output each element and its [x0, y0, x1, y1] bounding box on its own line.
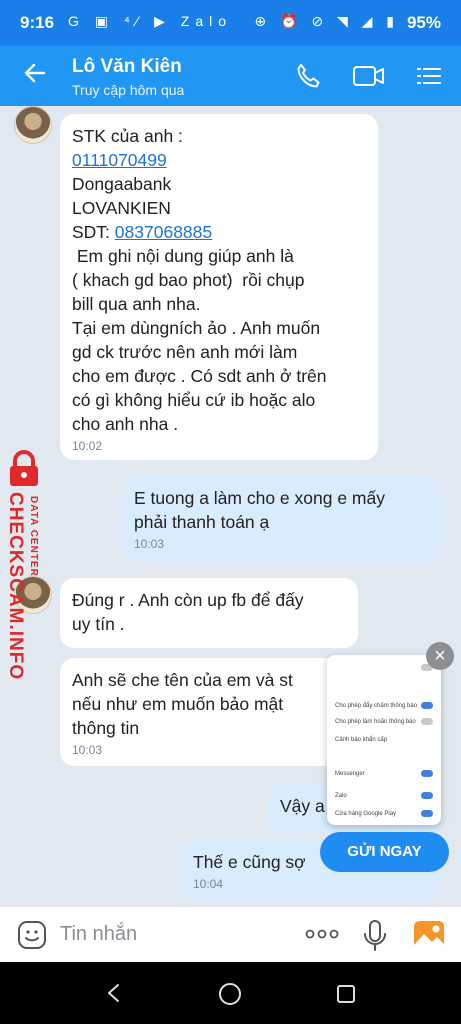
- message-input-bar: Tin nhắn: [0, 906, 461, 963]
- close-popup-button[interactable]: ×: [426, 642, 454, 670]
- message-text: Thế e cũng sợ: [193, 852, 306, 872]
- message-time: 10:03: [72, 743, 103, 757]
- battery-percent: 95%: [406, 13, 441, 32]
- message-bubble-outgoing[interactable]: E tuong a làm cho e xong e mấy phải than…: [122, 476, 440, 562]
- popup-row: Cửa hàng Google Play: [335, 807, 433, 821]
- phone-number-link[interactable]: 0837068885: [115, 222, 212, 242]
- message-time: 10:02: [72, 439, 103, 453]
- message-text: E tuong a làm cho e xong e mấy phải than…: [134, 488, 385, 532]
- message-text: Anh sẽ che tên của em và st nếu như em m…: [72, 670, 293, 738]
- message-bubble-incoming[interactable]: Đúng r . Anh còn up fb để đấy uy tín .: [60, 578, 358, 648]
- message-text: STK của anh :: [72, 126, 183, 146]
- video-call-icon[interactable]: [352, 62, 384, 92]
- account-number-link[interactable]: 0111070499: [72, 150, 167, 170]
- watermark-sub: DATA CENTER: [28, 496, 39, 577]
- toggle-icon: [421, 792, 433, 799]
- lock-icon: [5, 450, 43, 488]
- status-bar: 9:16 G ▣ ⁴⁄ ▶ Zalo ⊕ ⏰ ⊘ ◥ ◢ ▮ 95%: [0, 0, 461, 46]
- message-time: 10:03: [134, 537, 165, 551]
- popup-row: Cho phép làm hoãn thông báo: [335, 715, 433, 729]
- chat-header: Lô Văn Kiên Truy cập hôm qua: [0, 46, 461, 106]
- message-text: Dongaabank LOVANKIEN: [72, 174, 172, 218]
- popup-row: Cho phép đẩy chấm thông báo: [335, 699, 433, 713]
- home-nav-icon[interactable]: [218, 982, 242, 1011]
- contact-avatar[interactable]: [14, 106, 52, 144]
- phone-icon[interactable]: [294, 62, 324, 92]
- popup-row: Messenger: [335, 767, 433, 781]
- image-gallery-icon[interactable]: [412, 919, 446, 956]
- message-bubble-incoming[interactable]: STK của anh : 0111070499 Dongaabank LOVA…: [60, 114, 378, 460]
- message-text: Đúng r . Anh còn up fb để đấy uy tín .: [72, 590, 304, 634]
- message-bubble-incoming[interactable]: Anh sẽ che tên của em và st nếu như em m…: [60, 658, 360, 766]
- message-text: SDT:: [72, 222, 115, 242]
- back-arrow-icon[interactable]: [22, 60, 48, 92]
- contact-name[interactable]: Lô Văn Kiên: [72, 56, 182, 78]
- message-time: 10:04: [193, 877, 224, 891]
- more-options-icon[interactable]: [304, 927, 340, 945]
- message-text: Em ghi nội dung giúp anh là ( khach gd b…: [72, 246, 327, 434]
- toggle-icon: [421, 702, 433, 709]
- checkscam-watermark: CHECKSCAM.INFO DATA CENTER: [2, 450, 46, 680]
- settings-preview-popup[interactable]: Cho phép đẩy chấm thông báo Cho phép làm…: [327, 655, 441, 825]
- message-input[interactable]: Tin nhắn: [60, 923, 137, 946]
- system-navigation-bar: [0, 962, 461, 1024]
- message-text: Vậy a: [280, 796, 325, 816]
- microphone-icon[interactable]: [362, 919, 388, 958]
- popup-row: Cảnh báo khẩn cấp: [335, 737, 388, 743]
- menu-list-icon[interactable]: [415, 62, 445, 92]
- toggle-icon: [421, 718, 433, 725]
- notification-icons: G ▣ ⁴⁄ ▶ Zalo: [68, 13, 233, 29]
- back-nav-icon[interactable]: [104, 982, 124, 1009]
- popup-row: Zalo: [335, 789, 433, 803]
- toggle-icon: [421, 770, 433, 777]
- toggle-icon: [421, 810, 433, 817]
- popup-row: [335, 661, 433, 675]
- status-time: 9:16: [20, 13, 55, 32]
- send-now-button[interactable]: GỬI NGAY: [320, 832, 449, 872]
- system-status-icons: ⊕ ⏰ ⊘ ◥ ◢ ▮: [254, 13, 399, 29]
- watermark-brand: CHECKSCAM.INFO: [5, 492, 26, 681]
- recents-nav-icon[interactable]: [335, 983, 357, 1010]
- last-seen-status: Truy cập hôm qua: [72, 82, 185, 98]
- sticker-icon[interactable]: [16, 919, 48, 956]
